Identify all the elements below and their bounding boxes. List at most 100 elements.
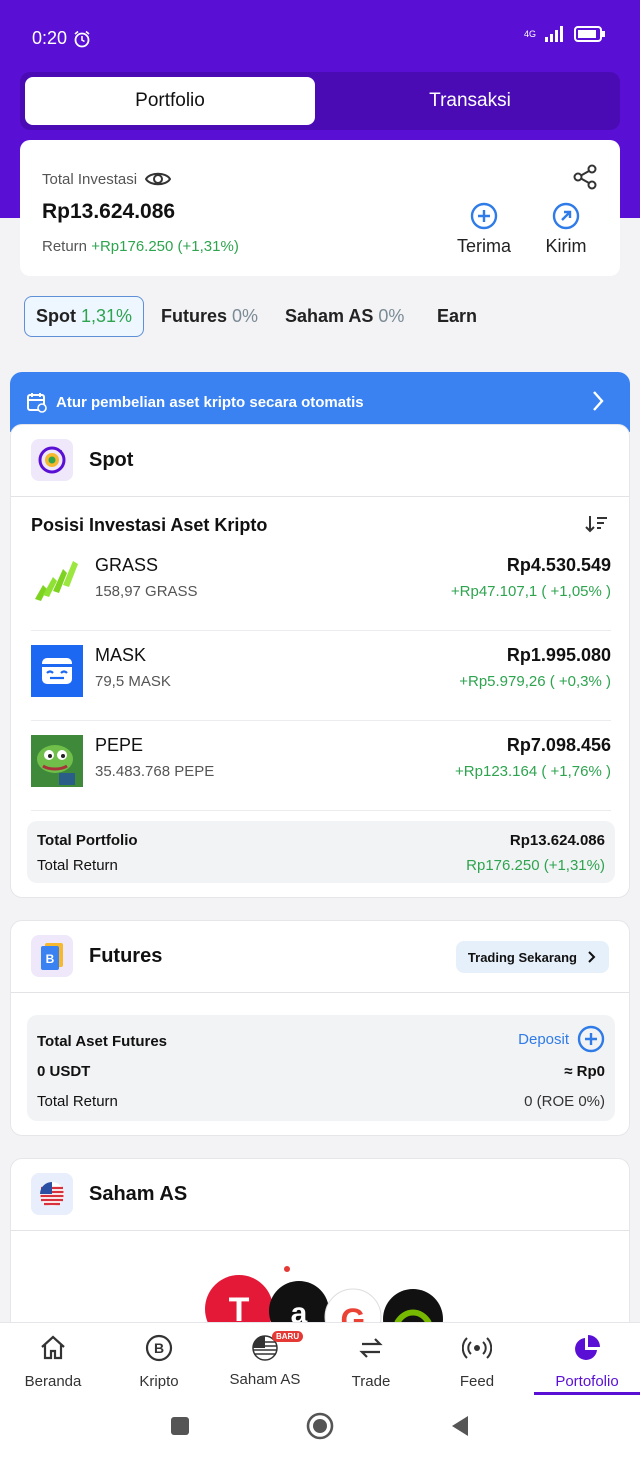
plus-circle-icon [577,1025,605,1053]
status-time: 0:20 [32,28,91,49]
bitcoin-icon: B [145,1334,173,1362]
home-icon [41,1335,65,1360]
sort-icon[interactable] [585,513,609,535]
tab-transaksi[interactable]: Transaksi [325,77,615,125]
futures-card: B Futures Trading Sekarang Total Aset Fu… [10,920,630,1136]
asset-value: Rp7.098.456 [506,735,611,755]
asset-name: MASK [95,645,147,665]
nav-kripto[interactable]: B Kripto [106,1323,212,1399]
share-icon[interactable] [572,164,598,190]
filter-futures-name: Futures [161,306,228,326]
return-label: Return [42,238,88,255]
saham-card-header: Saham AS [11,1159,629,1231]
nav-trade[interactable]: Trade [318,1323,424,1399]
bottom-navigation: Beranda B Kripto BARU Saham AS Trade Fee… [0,1322,640,1398]
spot-card-header: Spot [11,425,629,497]
filter-spot-value: 1,31% [81,306,133,326]
kirim-button[interactable]: Kirim [526,202,606,257]
approx-idr-value: ≈ Rp0 [564,1063,605,1080]
calendar-repeat-icon [27,393,47,413]
total-return-row: Return +Rp176.250 (+1,31%) [42,238,239,255]
stock-logos-illustration: T a G [205,1266,443,1329]
total-futures-label: Total Aset Futures [37,1033,168,1050]
return-value: +Rp176.250 (+1,31%) [91,238,239,255]
portfolio-tabs: Portfolio Transaksi [20,72,620,130]
deposit-button[interactable]: Deposit [518,1025,605,1053]
futures-icon: B [31,935,73,977]
back-icon[interactable] [450,1414,470,1438]
grass-logo-icon [35,561,78,601]
auto-buy-banner[interactable]: Atur pembelian aset kripto secara otomat… [10,372,630,432]
asset-value: Rp4.530.549 [506,555,611,575]
futures-card-header: B Futures Trading Sekarang [11,921,629,993]
nav-label: Beranda [24,1373,82,1390]
asset-name: GRASS [95,555,159,575]
filter-saham[interactable]: Saham AS 0% [274,296,415,337]
filter-futures[interactable]: Futures 0% [150,296,269,337]
filter-earn[interactable]: Earn [426,296,488,337]
futures-return-label: Total Return [37,1093,118,1110]
nav-label: Trade [351,1373,391,1390]
trading-sekarang-label: Trading Sekarang [467,949,577,965]
filter-spot-name: Spot [36,306,76,326]
banner-text: Atur pembelian aset kripto secara otomat… [56,393,364,411]
chevron-right-icon [593,391,604,411]
total-investment-value: Rp13.624.086 [42,200,176,223]
alarm-icon [74,30,90,47]
total-return-value: Rp176.250 (+1,31%) [466,857,605,874]
plus-circle-icon [470,202,498,230]
asset-row-mask[interactable]: MASK 79,5 MASK Rp1.995.080 +Rp5.979,26 (… [31,631,611,721]
asset-name: PEPE [95,735,144,755]
filter-spot[interactable]: Spot 1,31% [24,296,145,337]
home-button-icon[interactable] [306,1412,334,1440]
eye-icon[interactable] [145,170,172,188]
filter-earn-name: Earn [437,306,478,326]
asset-row-pepe[interactable]: PEPE 35.483.768 PEPE Rp7.098.456 +Rp123.… [31,721,611,811]
network-label: 4G [523,29,536,39]
clock-text: 0:20 [32,28,68,48]
status-bar: 0:20 4G [0,0,640,76]
trading-sekarang-button[interactable]: Trading Sekarang [455,941,609,973]
total-investment-card: Total Investasi Rp13.624.086 Return +Rp1… [20,140,620,276]
nav-saham-as[interactable]: BARU Saham AS [212,1323,318,1399]
terima-label: Terima [456,236,511,256]
nav-label: Portofolio [555,1373,619,1390]
terima-button[interactable]: Terima [444,202,524,257]
spot-card: Spot Posisi Investasi Aset Kripto GRASS … [10,424,630,898]
us-flag-icon [31,1173,73,1215]
total-portfolio-value: Rp13.624.086 [509,832,605,849]
nav-portofolio[interactable]: Portofolio [534,1323,640,1399]
spot-icon [31,439,73,481]
mask-logo-icon [31,645,83,697]
asset-row-grass[interactable]: GRASS 158,97 GRASS Rp4.530.549 +Rp47.107… [31,541,611,631]
nav-beranda[interactable]: Beranda [0,1323,106,1399]
nav-label: Kripto [139,1373,179,1390]
asset-qty: 79,5 MASK [95,673,171,690]
svg-text:B: B [154,1340,164,1356]
active-tab-indicator [534,1392,640,1395]
tab-portfolio[interactable]: Portfolio [25,77,315,125]
system-navigation-bar [0,1398,640,1458]
status-icons: 4G [524,26,606,42]
filter-saham-value: 0% [378,306,405,326]
kirim-label: Kirim [545,236,587,256]
spot-title: Spot [89,449,134,471]
nav-feed[interactable]: Feed [424,1323,530,1399]
recent-apps-icon[interactable] [170,1416,190,1436]
pepe-logo-icon [31,735,83,787]
asset-return: +Rp47.107,1 ( +1,05% ) [450,583,611,600]
battery-icon [574,26,605,42]
deposit-label: Deposit [518,1030,569,1048]
new-badge: BARU [272,1331,304,1342]
total-investment-label: Total Investasi [42,170,138,188]
asset-return: +Rp123.164 ( +1,76% ) [455,763,611,780]
broadcast-icon [462,1337,492,1359]
filter-futures-value: 0% [232,306,259,326]
filter-saham-name: Saham AS [285,306,374,326]
asset-qty: 158,97 GRASS [95,583,198,600]
nav-label: Feed [459,1373,495,1390]
pie-chart-icon [575,1335,600,1360]
futures-return-value: 0 (ROE 0%) [524,1093,605,1110]
signal-icon [545,26,563,42]
arrow-up-right-circle-icon [552,202,580,230]
